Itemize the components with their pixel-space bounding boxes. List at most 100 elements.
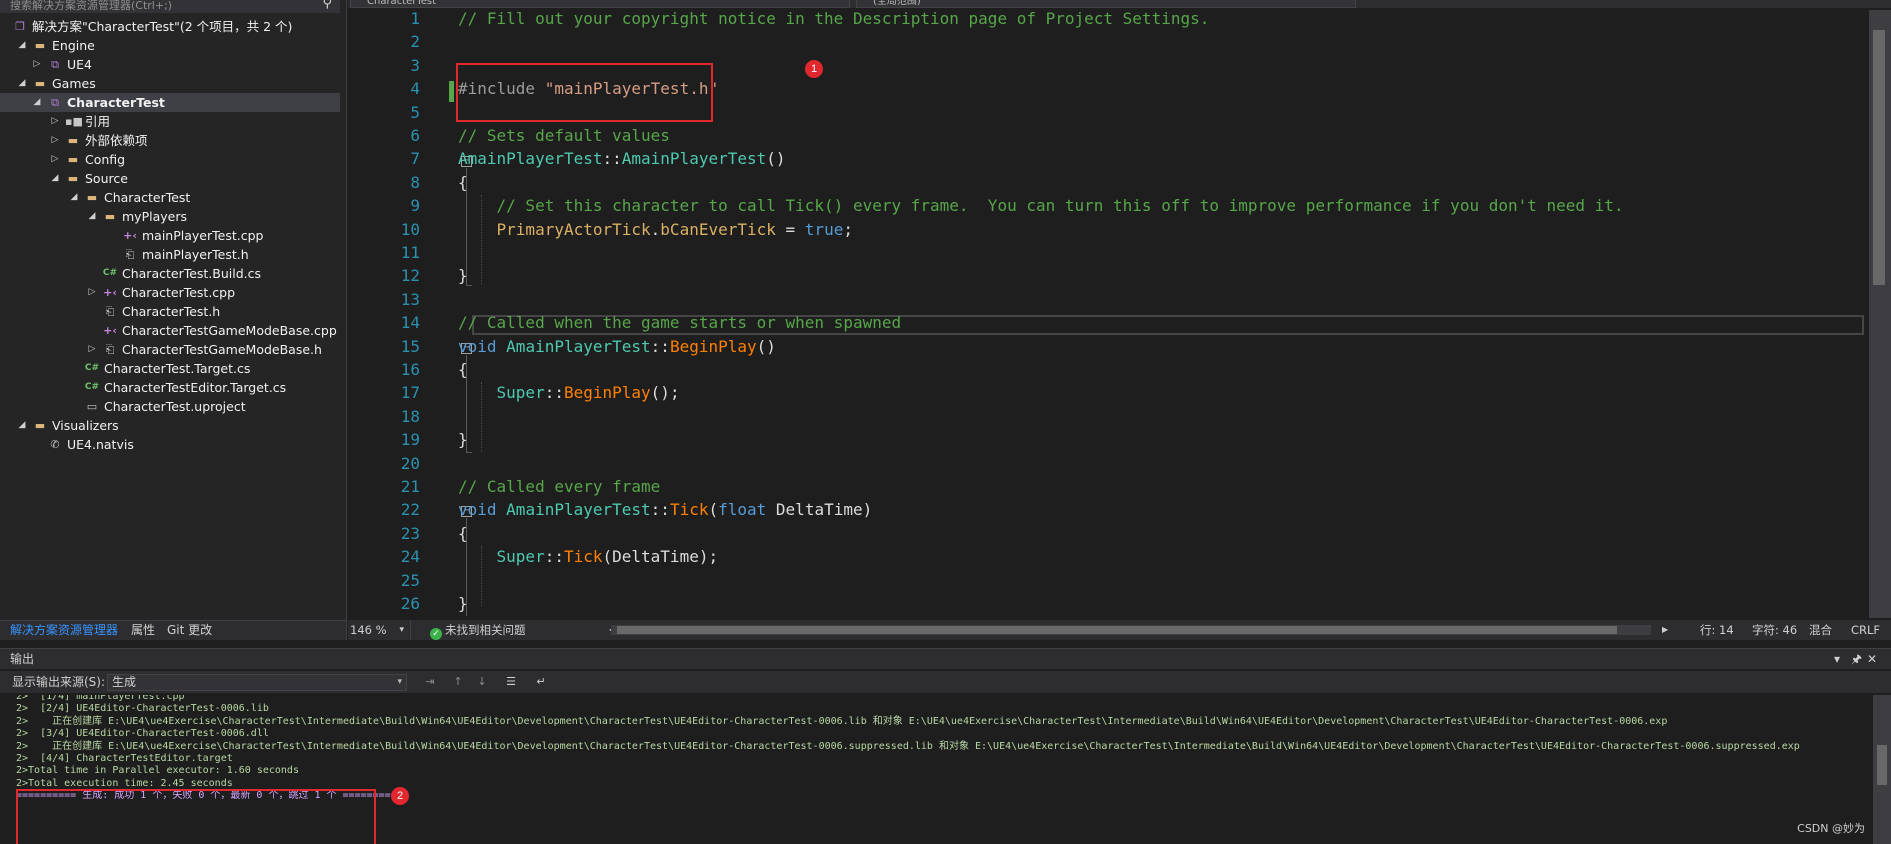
line-indicator[interactable]: 行: 14 <box>1700 620 1734 640</box>
code-line[interactable]: { <box>458 525 468 543</box>
tree-item-label: CharacterTest.Build.cs <box>122 266 262 281</box>
scroll-right-icon[interactable]: ▶ <box>1662 620 1668 640</box>
tree-item[interactable]: ▭ CharacterTest.uproject <box>0 397 340 416</box>
tree-item[interactable]: ▷ ▪■ 引用 <box>0 112 340 131</box>
tree-item[interactable]: ◢ Source <box>0 169 340 188</box>
scrollbar-thumb[interactable] <box>617 626 1617 634</box>
code-line[interactable]: // Fill out your copyright notice in the… <box>458 10 1209 28</box>
expand-arrow-icon[interactable]: ◢ <box>16 416 28 435</box>
collapse-arrow-icon[interactable]: ▷ <box>86 283 98 302</box>
code-token: PrimaryActorTick <box>496 220 651 239</box>
collapse-arrow-icon[interactable]: ▷ <box>31 55 43 74</box>
tree-item-label: myPlayers <box>122 209 187 224</box>
scrollbar-thumb[interactable] <box>1877 745 1887 785</box>
output-panel: 输出 ▾ 🖈 ✕ 显示输出来源(S): 生成 ⇥ ↑ ↓ ☰ ↵ 2> [1/4… <box>0 648 1891 844</box>
code-token: DeltaTime) <box>766 500 873 519</box>
code-line[interactable]: Super::BeginPlay(); <box>458 384 680 402</box>
expand-arrow-icon[interactable]: ◢ <box>86 207 98 226</box>
expand-arrow-icon[interactable]: ◢ <box>16 74 28 93</box>
tree-item[interactable]: ▷ +‹ CharacterTest.cpp <box>0 283 340 302</box>
tree-item[interactable]: +‹ CharacterTestGameModeBase.cpp <box>0 321 340 340</box>
code-line[interactable]: // Called when the game starts or when s… <box>458 314 901 332</box>
annotation-box-include <box>456 63 713 122</box>
tree-item[interactable]: ✆ UE4.natvis <box>0 435 340 454</box>
tree-item[interactable]: ◢ CharacterTest <box>0 188 340 207</box>
code-token: // Called every frame <box>458 477 661 496</box>
line-ending-indicator[interactable]: CRLF <box>1851 620 1880 640</box>
window-options-icon[interactable]: ▾ <box>1834 649 1840 669</box>
tab-git-changes[interactable]: Git 更改 <box>167 621 212 640</box>
file-scope-combo[interactable]: CharacterTest <box>350 0 850 8</box>
code-token: BeginPlay <box>563 383 651 402</box>
go-to-error-icon[interactable]: ⇥ <box>422 674 438 690</box>
tree-item[interactable]: ▷ Config <box>0 150 340 169</box>
tab-properties[interactable]: 属性 <box>131 621 155 640</box>
tree-item[interactable]: ◢ Games <box>0 74 340 93</box>
output-source-select[interactable]: 生成 <box>107 674 407 691</box>
char-indicator[interactable]: 字符: 46 <box>1752 620 1797 640</box>
code-line[interactable]: // Set this character to call Tick() eve… <box>458 197 1624 215</box>
editor-vertical-scrollbar[interactable] <box>1869 10 1891 618</box>
code-line[interactable]: } <box>458 595 468 613</box>
code-line[interactable]: PrimaryActorTick.bCanEverTick = true; <box>458 221 853 239</box>
tree-item[interactable]: ◢ Visualizers <box>0 416 340 435</box>
zoom-level-combo[interactable]: 146 % ▾ <box>348 620 411 640</box>
collapse-arrow-icon[interactable]: ▷ <box>49 112 61 131</box>
tree-item[interactable]: ◢ myPlayers <box>0 207 340 226</box>
code-token: true <box>804 220 844 239</box>
tree-item[interactable]: ▷ ⎗ CharacterTestGameModeBase.h <box>0 340 340 359</box>
collapse-arrow-icon[interactable]: ▷ <box>86 340 98 359</box>
collapse-arrow-icon[interactable]: ▷ <box>49 131 61 150</box>
pin-icon[interactable]: 🖈 <box>1851 649 1862 669</box>
code-line[interactable]: void AmainPlayerTest::BeginPlay() <box>458 338 776 356</box>
expand-arrow-icon[interactable]: ◢ <box>31 93 43 112</box>
clear-all-icon[interactable]: ☰ <box>503 674 519 690</box>
collapse-arrow-icon[interactable]: ▷ <box>49 150 61 169</box>
code-line[interactable]: // Sets default values <box>458 127 670 145</box>
tab-solution-explorer[interactable]: 解决方案资源管理器 <box>10 621 118 640</box>
header-file-icon: ⎗ <box>105 305 115 318</box>
project-icon: ⧉ <box>51 58 59 71</box>
tree-item-label: mainPlayerTest.h <box>142 247 249 262</box>
code-token: . <box>650 220 661 239</box>
tree-item[interactable]: ▷ ⧉ UE4 <box>0 55 340 74</box>
tree-item[interactable]: ◢ Engine <box>0 36 340 55</box>
scrollbar-thumb[interactable] <box>1873 30 1885 285</box>
tree-item[interactable]: ⎗ CharacterTest.h <box>0 302 340 321</box>
expand-arrow-icon[interactable]: ◢ <box>16 36 28 55</box>
code-line[interactable]: void AmainPlayerTest::Tick(float DeltaTi… <box>458 501 872 519</box>
tree-item[interactable]: ⎗ mainPlayerTest.h <box>0 245 340 264</box>
output-vertical-scrollbar[interactable] <box>1873 695 1891 844</box>
next-message-icon[interactable]: ↓ <box>474 674 490 690</box>
code-line[interactable]: } <box>458 431 468 449</box>
line-number: 13 <box>400 290 420 309</box>
code-line[interactable]: AmainPlayerTest::AmainPlayerTest() <box>458 150 786 168</box>
explorer-search-input[interactable]: 搜索解决方案资源管理器(Ctrl+;) ⚲ <box>0 0 340 13</box>
tree-item[interactable]: C# CharacterTestEditor.Target.cs <box>0 378 340 397</box>
tree-item[interactable]: ▷ 外部依赖项 <box>0 131 340 150</box>
code-line[interactable]: { <box>458 361 468 379</box>
member-scope-combo[interactable]: (全局范围) <box>856 0 1356 8</box>
close-icon[interactable]: ✕ <box>1867 649 1877 669</box>
search-icon[interactable]: ⚲ <box>322 0 332 10</box>
tree-item[interactable]: C# CharacterTest.Target.cs <box>0 359 340 378</box>
line-number: 3 <box>410 56 420 75</box>
tab-mode-indicator[interactable]: 混合 <box>1809 620 1832 640</box>
tree-item[interactable]: ◢ ⧉ CharacterTest <box>0 93 340 112</box>
code-line[interactable]: { <box>458 174 468 192</box>
tree-item[interactable]: +‹ mainPlayerTest.cpp <box>0 226 340 245</box>
editor-horizontal-scrollbar[interactable] <box>611 625 1651 635</box>
line-number: 7 <box>410 149 420 168</box>
output-toolbar: 显示输出来源(S): 生成 ⇥ ↑ ↓ ☰ ↵ <box>0 671 1891 693</box>
code-line[interactable]: } <box>458 267 468 285</box>
tree-item[interactable]: ❐ 解决方案"CharacterTest"(2 个项目，共 2 个) <box>0 17 340 36</box>
previous-message-icon[interactable]: ↑ <box>450 674 466 690</box>
code-line[interactable]: // Called every frame <box>458 478 660 496</box>
code-line[interactable]: Super::Tick(DeltaTime); <box>458 548 719 566</box>
solution-explorer: 搜索解决方案资源管理器(Ctrl+;) ⚲ ❐ 解决方案"CharacterTes… <box>0 0 347 640</box>
word-wrap-icon[interactable]: ↵ <box>533 674 549 690</box>
issues-indicator[interactable]: ✓ 未找到相关问题 <box>430 620 526 640</box>
expand-arrow-icon[interactable]: ◢ <box>49 169 61 188</box>
expand-arrow-icon[interactable]: ◢ <box>68 188 80 207</box>
tree-item[interactable]: C# CharacterTest.Build.cs <box>0 264 340 283</box>
